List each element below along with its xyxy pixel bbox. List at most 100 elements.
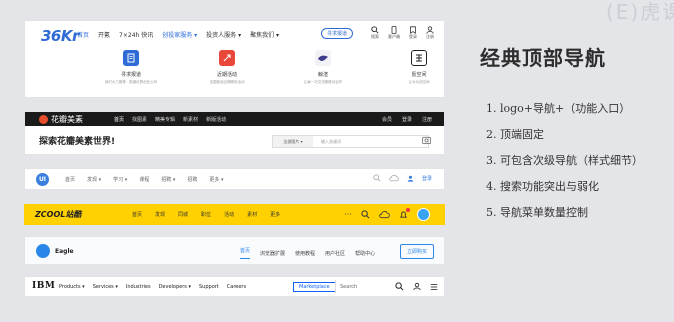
eagle-buy-button[interactable]: 立即购买 (399, 244, 434, 259)
kr-logo[interactable]: 36Kr (41, 27, 79, 45)
eagle-nav-extension[interactable]: 浏览器扩展 (260, 250, 285, 257)
uichina-nav-jobs[interactable]: 招聘 ▾ (161, 176, 175, 183)
uichina-nav-hire[interactable]: 招聘 (187, 176, 197, 183)
uichina-nav-more[interactable]: 更多 ▾ (209, 176, 223, 183)
kr-seek-report-button[interactable]: 寻求报道 (321, 28, 354, 39)
kr-header: 36Kr 首页 开氪 7×24h 快讯 创投家服务 ▾ 投资人服务 ▾ 聚焦我们… (24, 20, 445, 98)
ibm-logo[interactable]: IBM (32, 281, 55, 291)
huaban-nav-events[interactable]: 新版活动 (206, 116, 226, 123)
eagle-logo[interactable]: Eagle (36, 244, 74, 258)
huaban-search-input[interactable]: 输入关键词 (321, 139, 341, 145)
kr-login[interactable]: 登录 (409, 26, 417, 40)
zcool-logo[interactable]: ZCOOL站酷 (35, 209, 81, 220)
uichina-nav-courses[interactable]: 课程 (139, 176, 149, 183)
uichina-logo[interactable]: UI (36, 173, 49, 186)
huaban-nav: 首页 找图素 精美专辑 新素材 新版活动 (114, 116, 226, 123)
huaban-nav-albums[interactable]: 精美专辑 (155, 116, 175, 123)
document-icon (123, 50, 139, 66)
kr-app[interactable]: 客户端 (388, 26, 400, 40)
kr-card-report-title: 寻求报道 (120, 72, 141, 78)
eagle-logo-icon (36, 244, 50, 258)
search-icon[interactable] (395, 282, 404, 291)
zcool-nav-more[interactable]: 更多 (270, 211, 280, 218)
kr-card-whale-sub: 让每一次交流都推动合作 (303, 80, 343, 84)
search-icon[interactable] (373, 174, 381, 182)
user-icon[interactable] (407, 175, 414, 182)
eagle-header: Eagle 首页 浏览器扩展 使用教程 用户社区 帮助中心 立即购买 (24, 236, 445, 265)
watermark: (E)虎课 (606, 0, 674, 24)
uichina-nav-discover[interactable]: 发现 ▾ (87, 176, 101, 183)
uichina-nav: 首页 发现 ▾ 学习 ▾ 课程 招聘 ▾ 招聘 更多 ▾ (65, 176, 223, 183)
kr-card-space-sub: 让为众创空间 (408, 80, 430, 84)
kr-card-space-title: 氪空间 (411, 72, 427, 78)
key-points: 1. logo+导航+（功能入口） 2. 顶端固定 3. 可包含次级导航（样式细… (486, 102, 643, 232)
ibm-header: IBM Products ▾ Services ▾ Industries Dev… (24, 276, 445, 297)
huaban-nav-find[interactable]: 找图素 (132, 116, 147, 123)
huaban-header: 花瓣美素 首页 找图素 精美专辑 新素材 新版活动 会员 登录 注册 探索花瓣美… (24, 111, 445, 155)
eagle-nav-community[interactable]: 用户社区 (325, 250, 345, 257)
ibm-nav-developers[interactable]: Developers ▾ (159, 284, 191, 290)
zcool-nav-discover[interactable]: 发现 (155, 211, 165, 218)
uichina-right-icons: 登录 (373, 174, 432, 182)
ibm-nav-industries[interactable]: Industries (126, 284, 151, 290)
huaban-login[interactable]: 登录 (402, 116, 412, 123)
eagle-nav-home[interactable]: 首页 (240, 247, 251, 259)
huaban-logo[interactable]: 花瓣美素 (39, 114, 83, 125)
uichina-nav-home[interactable]: 首页 (65, 176, 75, 183)
uichina-login[interactable]: 登录 (422, 175, 432, 182)
eagle-nav-help[interactable]: 帮助中心 (355, 250, 375, 257)
huaban-logo-text: 花瓣美素 (51, 115, 83, 124)
huaban-slogan: 探索花瓣美素世界! (39, 137, 116, 147)
kr-right-icons: 搜索 客户端 登录 注册 (371, 26, 434, 40)
ibm-search-input[interactable]: Search (340, 284, 357, 290)
ibm-marketplace-button[interactable]: Marketplace (293, 282, 336, 292)
kr-register[interactable]: 注册 (426, 26, 434, 40)
huaban-right-nav: 会员 登录 注册 (382, 116, 432, 123)
zcool-nav-jobs[interactable]: 职位 (201, 211, 211, 218)
kr-card-space[interactable]: 氪空间 让为众创空间 (391, 50, 444, 85)
rocket-icon (219, 50, 235, 66)
huaban-search-category[interactable]: 全部图片 ▾ (273, 136, 313, 147)
user-icon[interactable] (413, 282, 421, 291)
eagle-nav: 首页 浏览器扩展 使用教程 用户社区 帮助中心 (240, 247, 375, 259)
kr-search-label: 搜索 (371, 34, 379, 39)
kr-card-report[interactable]: 寻求报道 我们大力推荐 · 报道优秀创业公司 (103, 50, 159, 85)
ibm-nav-products[interactable]: Products ▾ (59, 284, 85, 290)
uichina-nav-learn[interactable]: 学习 ▾ (113, 176, 127, 183)
search-icon[interactable] (361, 210, 370, 219)
kr-nav-investor[interactable]: 投资人服务 ▾ (206, 30, 241, 39)
zcool-nav-assets[interactable]: 素材 (247, 211, 257, 218)
kr-card-whale[interactable]: 鲸渲 让每一次交流都推动合作 (295, 50, 351, 85)
kr-card-events[interactable]: 近期活动 全国各地近期精彩活动 (199, 50, 255, 85)
eagle-nav-tutorial[interactable]: 使用教程 (295, 250, 315, 257)
huaban-nav-new[interactable]: 新素材 (183, 116, 198, 123)
huaban-nav-home[interactable]: 首页 (114, 116, 124, 123)
kr-nav-about[interactable]: 聚焦我们 ▾ (250, 30, 279, 39)
zcool-more-dots[interactable]: ··· (344, 210, 352, 219)
ibm-nav-services[interactable]: Services ▾ (93, 284, 118, 290)
kr-search[interactable]: 搜索 (371, 26, 379, 40)
huaban-search[interactable]: 全部图片 ▾ 输入关键词 (272, 135, 429, 148)
kr-nav-newsflash[interactable]: 7×24h 快讯 (119, 30, 153, 39)
huaban-register[interactable]: 注册 (422, 116, 432, 123)
upload-cloud-icon[interactable] (379, 210, 390, 219)
key-point: 2. 顶端固定 (486, 128, 544, 141)
user-icon (426, 26, 434, 34)
zcool-nav-home[interactable]: 首页 (132, 211, 142, 218)
menu-icon[interactable] (430, 283, 438, 291)
kr-login-label: 登录 (409, 34, 417, 39)
bell-icon (399, 211, 408, 218)
zcool-notifications[interactable] (399, 208, 410, 219)
kr-nav-founder[interactable]: 创投家服务 ▾ (162, 30, 197, 39)
zcool-nav-events[interactable]: 活动 (224, 211, 234, 218)
zcool-right-icons: ··· (344, 208, 430, 221)
zcool-nav-local[interactable]: 同城 (178, 211, 188, 218)
ibm-nav-support[interactable]: Support (199, 284, 219, 290)
huaban-vip[interactable]: 会员 (382, 116, 392, 123)
kr-nav-kaike[interactable]: 开氪 (98, 30, 110, 39)
upload-cloud-icon[interactable] (389, 174, 399, 182)
kr-nav-home[interactable]: 首页 (77, 30, 89, 39)
camera-icon[interactable] (422, 136, 431, 144)
ibm-nav-careers[interactable]: Careers (227, 284, 246, 290)
avatar[interactable] (417, 208, 430, 221)
